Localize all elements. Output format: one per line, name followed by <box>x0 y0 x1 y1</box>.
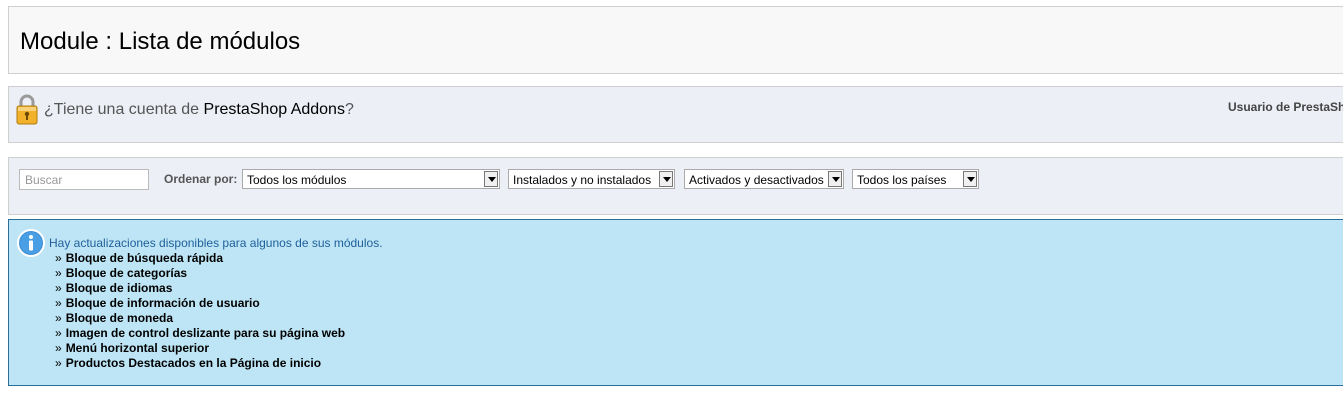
module-name: Bloque de búsqueda rápida <box>65 251 224 265</box>
updates-message: Hay actualizaciones disponibles para alg… <box>49 236 383 250</box>
addons-panel: ¿Tiene una cuenta de PrestaShop Addons? … <box>8 86 1343 143</box>
list-item: » Bloque de moneda <box>55 311 345 326</box>
chevron-down-icon[interactable] <box>659 171 673 187</box>
bullet: » <box>55 341 62 355</box>
install-status-select[interactable]: Instalados y no instalados <box>508 169 675 189</box>
bullet: » <box>55 326 62 340</box>
module-name: Bloque de idiomas <box>65 281 173 295</box>
module-category-select[interactable]: Todos los módulos <box>242 169 500 189</box>
updates-notice: Hay actualizaciones disponibles para alg… <box>8 219 1343 386</box>
bullet: » <box>55 266 62 280</box>
module-name: Bloque de información de usuario <box>65 296 260 310</box>
bullet: » <box>55 296 62 310</box>
lock-icon <box>16 94 38 125</box>
module-name: Bloque de categorías <box>65 266 188 280</box>
list-item: » Bloque de idiomas <box>55 281 345 296</box>
module-name: Menú horizontal superior <box>65 341 210 355</box>
chevron-down-icon[interactable] <box>963 171 977 187</box>
module-name: Bloque de moneda <box>65 311 174 325</box>
active-status-select[interactable]: Activados y desactivados <box>684 169 844 189</box>
active-status-value: Activados y desactivados <box>689 173 824 187</box>
bullet: » <box>55 251 62 265</box>
chevron-down-icon[interactable] <box>828 171 842 187</box>
addons-brand-link[interactable]: PrestaShop Addons <box>204 101 345 118</box>
install-status-value: Instalados y no instalados <box>513 173 652 187</box>
module-update-list: » Bloque de búsqueda rápida » Bloque de ca… <box>55 251 345 371</box>
addons-question: ¿Tiene una cuenta de PrestaShop Addons? <box>44 101 354 119</box>
list-item: » Bloque de búsqueda rápida <box>55 251 345 266</box>
bullet: » <box>55 311 62 325</box>
module-category-value: Todos los módulos <box>247 173 347 187</box>
chevron-down-icon[interactable] <box>484 171 498 187</box>
list-item: » Productos Destacados en la Página de in… <box>55 356 345 371</box>
addons-question-suffix: ? <box>344 101 354 118</box>
list-item: » Menú horizontal superior <box>55 341 345 356</box>
info-icon <box>17 229 45 257</box>
list-item: » Bloque de información de usuario <box>55 296 345 311</box>
filter-bar: Ordenar por: Todos los módulos Instalado… <box>8 157 1343 215</box>
list-item: » Imagen de control deslizante para su pá… <box>55 326 345 341</box>
addons-user-label: Usuario de PrestaSh <box>1228 100 1343 114</box>
addons-question-prefix: ¿Tiene una cuenta de <box>44 101 204 118</box>
sort-label: Ordenar por: <box>164 172 238 186</box>
module-name: Imagen de control deslizante para su pág… <box>65 326 346 340</box>
list-item: » Bloque de categorías <box>55 266 345 281</box>
country-value: Todos los países <box>857 173 947 187</box>
bullet: » <box>55 356 62 370</box>
search-input[interactable] <box>19 169 149 190</box>
module-name: Productos Destacados en la Página de ini… <box>65 356 322 370</box>
page-header: Module : Lista de módulos <box>8 6 1343 74</box>
page-title: Module : Lista de módulos <box>20 28 301 55</box>
bullet: » <box>55 281 62 295</box>
country-select[interactable]: Todos los países <box>852 169 979 189</box>
